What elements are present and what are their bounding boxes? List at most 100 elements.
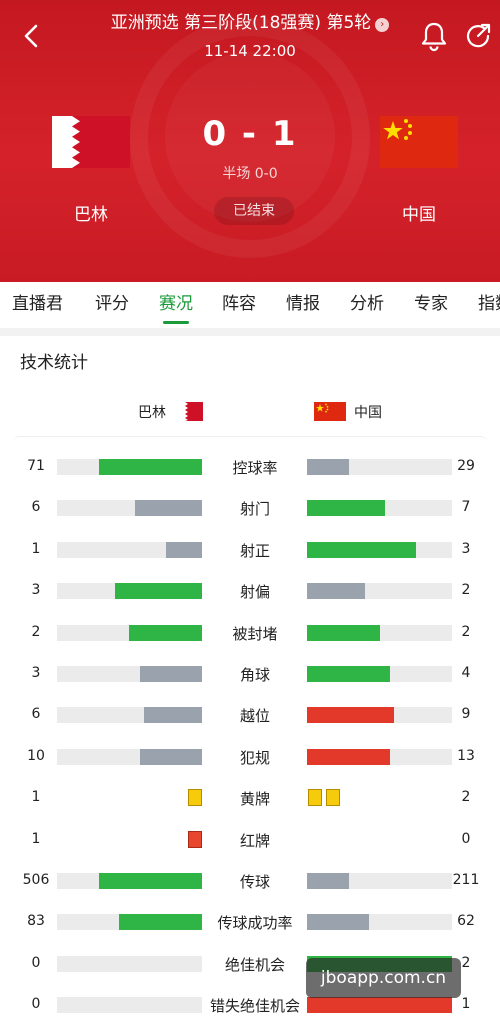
home-stat-value: 83 (27, 913, 45, 929)
home-stat-bar-track (57, 956, 202, 972)
match-header: 亚洲预选 第三阶段(18强赛) 第5轮 › 11-14 22:00 0 - 1 半… (0, 0, 500, 282)
stat-label: 传球 (239, 873, 270, 891)
home-stat-bar-track (57, 583, 202, 599)
halftime-score: 半场 0-0 (222, 166, 278, 182)
away-stat-value: 0 (461, 831, 471, 847)
home-stat-bar-track (57, 749, 202, 765)
away-stat-value: 13 (457, 748, 475, 764)
away-stat-bar (307, 666, 390, 682)
yellow-card-icon (326, 789, 340, 806)
away-stat-bar (307, 583, 365, 599)
china-flag-icon (380, 116, 458, 168)
stat-label: 错失绝佳机会 (209, 997, 300, 1015)
share-icon[interactable] (463, 20, 493, 52)
bell-icon[interactable] (420, 20, 448, 52)
tab-lineup[interactable]: 阵容 (222, 282, 256, 328)
home-stat-bar (140, 666, 202, 682)
away-stat-bar-track (307, 997, 452, 1013)
home-stat-value: 1 (31, 541, 41, 557)
home-stat-value: 71 (27, 458, 45, 474)
bahrain-flag-mini-icon (179, 402, 203, 421)
away-stat-bar-track (307, 583, 452, 599)
away-stat-value: 4 (461, 665, 471, 681)
stat-label: 犯规 (239, 749, 270, 767)
away-stat-value: 9 (461, 706, 471, 722)
away-stat-bar-track (307, 914, 452, 930)
stat-row: 3 射偏 2 (0, 574, 500, 614)
home-stat-value: 6 (31, 499, 41, 515)
home-stat-bar (129, 625, 202, 641)
away-stat-value: 3 (461, 541, 471, 557)
tab-analysis[interactable]: 分析 (350, 282, 384, 328)
away-stat-bar-track (307, 625, 452, 641)
away-stat-value: 29 (457, 458, 475, 474)
away-stat-bar-track (307, 749, 452, 765)
away-stat-bar (307, 997, 452, 1013)
tab-intel[interactable]: 情报 (286, 282, 320, 328)
stat-label: 黄牌 (239, 790, 270, 808)
stat-row: 506 传球 211 (0, 864, 500, 904)
away-stat-bar (307, 873, 349, 889)
tab-live[interactable]: 直播君 (12, 282, 63, 328)
home-stat-bar-track (57, 707, 202, 723)
home-stat-value: 3 (31, 665, 41, 681)
away-stat-value: 1 (461, 996, 471, 1012)
stat-row: 3 角球 4 (0, 657, 500, 697)
home-team-name[interactable]: 巴林 (52, 200, 130, 225)
stat-row: 83 传球成功率 62 (0, 905, 500, 945)
away-team-name[interactable]: 中国 (380, 200, 458, 225)
away-stat-bar-track (307, 542, 452, 558)
home-stat-value: 3 (31, 582, 41, 598)
home-stat-bar (140, 749, 202, 765)
legend-away-team: 中国 (354, 405, 382, 421)
home-stat-value: 1 (31, 789, 41, 805)
stat-row: 6 越位 9 (0, 698, 500, 738)
away-stat-value: 7 (461, 499, 471, 515)
home-stat-value: 0 (31, 955, 41, 971)
away-stat-value: 2 (461, 789, 471, 805)
home-stat-bar (135, 500, 202, 516)
home-stat-value: 6 (31, 706, 41, 722)
home-stat-bar-track (57, 873, 202, 889)
stat-label: 射门 (239, 500, 270, 518)
stat-label: 射正 (239, 542, 270, 560)
home-stat-value: 1 (31, 831, 41, 847)
china-flag-mini-icon (314, 402, 346, 421)
stat-row: 2 被封堵 2 (0, 616, 500, 656)
away-stat-bar (307, 914, 369, 930)
stat-label: 射偏 (239, 583, 270, 601)
tab-match-status[interactable]: 赛况 (159, 282, 193, 328)
away-stat-bar-track (307, 666, 452, 682)
home-stat-value: 0 (31, 996, 41, 1012)
tab-rating[interactable]: 评分 (95, 282, 129, 328)
legend-home-team: 巴林 (138, 405, 166, 421)
home-stat-bar (99, 873, 202, 889)
home-stat-bar (119, 914, 202, 930)
stat-label: 越位 (239, 707, 270, 725)
home-stat-bar-track (57, 666, 202, 682)
away-stat-bar (307, 459, 349, 475)
away-stat-bar-track (307, 873, 452, 889)
home-stat-bar-track (57, 997, 202, 1013)
stat-label: 控球率 (232, 459, 278, 477)
red-card-icon (188, 831, 202, 848)
home-stat-bar (144, 707, 202, 723)
away-stat-value: 62 (457, 913, 475, 929)
tab-experts[interactable]: 专家 (414, 282, 448, 328)
away-stat-bar (307, 707, 394, 723)
home-stat-bar (166, 542, 202, 558)
stat-label: 红牌 (239, 832, 270, 850)
stat-row: 1 黄牌 2 (0, 781, 500, 821)
home-stat-bar-track (57, 459, 202, 475)
away-stat-bar (307, 500, 385, 516)
home-stat-bar (115, 583, 202, 599)
home-stat-bar-track (57, 625, 202, 641)
info-chevron-icon[interactable]: › (375, 18, 390, 32)
yellow-card-icon (188, 789, 202, 806)
tab-odds[interactable]: 指数 (478, 282, 500, 328)
home-stat-bar-track (57, 500, 202, 516)
away-stat-value: 2 (461, 624, 471, 640)
stat-row: 71 控球率 29 (0, 450, 500, 490)
away-stat-bar (307, 625, 380, 641)
stats-card-title: 技术统计 (20, 353, 88, 373)
